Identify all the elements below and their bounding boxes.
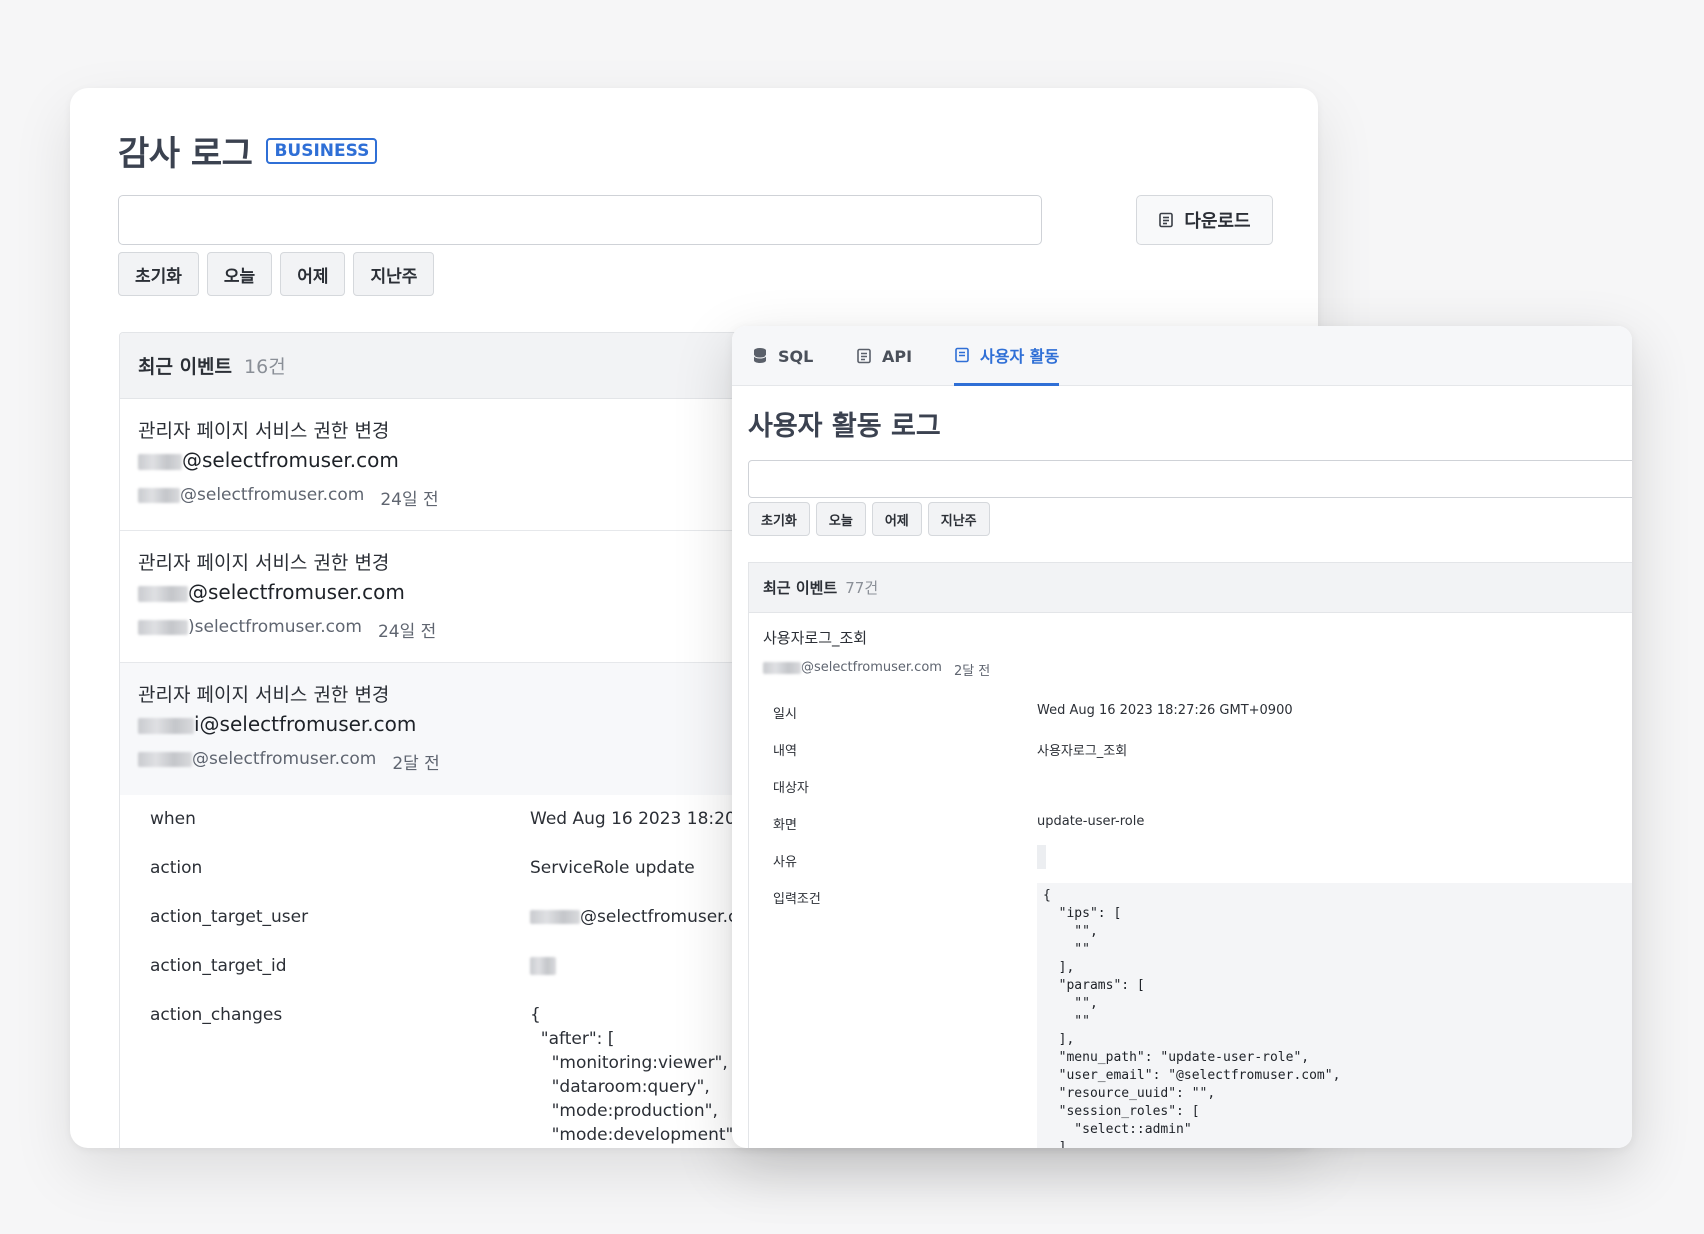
date-filter-chips: 초기화 오늘 어제 지난주 <box>748 502 990 536</box>
detail-value: @selectfromuser.c <box>530 905 737 929</box>
tab-label: 사용자 활동 <box>980 346 1060 366</box>
page-title: 감사 로그 BUSINESS <box>118 126 378 175</box>
chip-last-week[interactable]: 지난주 <box>927 502 990 536</box>
list-item[interactable]: 사용자로그_조회 @selectfromuser.com 2달 전 <box>763 627 990 679</box>
detail-value-json: { "after": [ "monitoring:viewer", "datar… <box>530 1005 734 1145</box>
event-count: 77건 <box>845 579 879 597</box>
download-button[interactable]: 다운로드 <box>1136 195 1273 245</box>
tab-label: SQL <box>778 346 814 366</box>
event-actor: )selectfromuser.com <box>188 617 362 637</box>
audit-title: 감사 로그 <box>118 134 253 174</box>
field-label: 화면 <box>773 818 797 833</box>
field-label: 사유 <box>773 855 797 870</box>
tab-api[interactable]: API <box>856 326 912 386</box>
detail-key: when <box>150 809 196 829</box>
tab-bar: SQL API 사용자 활동 <box>732 326 1632 386</box>
event-count: 16건 <box>244 356 286 378</box>
detail-value: ServiceRole update <box>530 858 695 878</box>
recent-events-panel: 최근 이벤트 77건 사용자로그_조회 @selectfromuser.com … <box>748 562 1632 1148</box>
detail-value <box>530 954 556 978</box>
field-value: Wed Aug 16 2023 18:27:26 GMT+0900 <box>1037 703 1293 718</box>
chip-reset[interactable]: 초기화 <box>118 252 199 296</box>
event-time: 24일 전 <box>380 490 439 510</box>
event-meta: @selectfromuser.com 2달 전 <box>763 660 990 679</box>
panel-title: 최근 이벤트 <box>138 356 233 378</box>
event-time: 2달 전 <box>392 754 440 774</box>
field-label: 내역 <box>773 744 797 759</box>
detail-key: action_target_id <box>150 956 287 976</box>
panel-header: 최근 이벤트 77건 <box>749 563 1632 613</box>
tab-user-activity[interactable]: 사용자 활동 <box>954 326 1060 386</box>
detail-key: action_target_user <box>150 907 309 927</box>
detail-key: action_changes <box>150 1005 283 1025</box>
chip-reset[interactable]: 초기화 <box>748 502 810 536</box>
download-label: 다운로드 <box>1184 211 1251 232</box>
chip-last-week[interactable]: 지난주 <box>353 252 435 296</box>
field-value: update-user-role <box>1037 814 1145 829</box>
event-actor: @selectfromuser.com <box>180 485 365 505</box>
chip-today[interactable]: 오늘 <box>206 252 273 296</box>
user-activity-window: SQL API 사용자 활동 사용자 활동 로그 초기화 오늘 어제 지난주 최… <box>732 326 1632 1148</box>
tab-label: API <box>882 346 913 366</box>
event-actor: @selectfromuser.com <box>192 749 377 769</box>
field-label: 일시 <box>773 707 797 722</box>
database-icon <box>752 347 768 365</box>
chip-yesterday[interactable]: 어제 <box>280 252 346 296</box>
field-label: 입력조건 <box>773 892 821 907</box>
chip-yesterday[interactable]: 어제 <box>871 502 922 536</box>
business-badge: BUSINESS <box>266 137 378 164</box>
field-value: 사용자로그_조회 <box>1037 744 1128 759</box>
date-filter-chips: 초기화 오늘 어제 지난주 <box>118 252 435 296</box>
event-actor: @selectfromuser.com <box>801 660 942 675</box>
document-icon <box>1158 212 1174 228</box>
page-title: 사용자 활동 로그 <box>748 411 941 442</box>
search-input[interactable] <box>118 195 1042 245</box>
reason-value-box <box>1037 845 1046 869</box>
field-label: 대상자 <box>773 781 809 796</box>
input-conditions-json: { "ips": [ "", "" ], "params": [ "", "" … <box>1037 883 1632 1148</box>
detail-key: action <box>150 858 203 878</box>
panel-title: 최근 이벤트 <box>763 579 838 597</box>
activity-icon <box>954 347 970 363</box>
chip-today[interactable]: 오늘 <box>815 502 866 536</box>
event-time: 2달 전 <box>953 664 991 679</box>
event-title: 사용자로그_조회 <box>763 629 868 647</box>
event-time: 24일 전 <box>377 622 437 642</box>
document-icon <box>856 348 872 364</box>
search-input[interactable] <box>748 460 1632 498</box>
tab-sql[interactable]: SQL <box>752 326 813 386</box>
detail-value: Wed Aug 16 2023 18:20 <box>530 809 736 829</box>
